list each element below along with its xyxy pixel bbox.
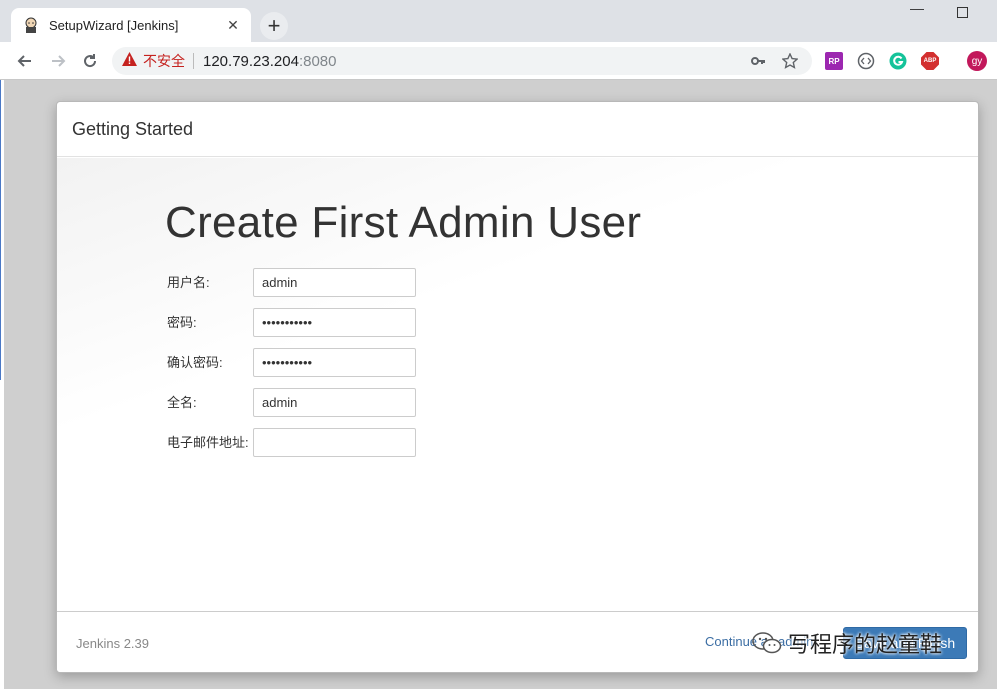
- back-icon[interactable]: [14, 50, 36, 72]
- jenkins-favicon-icon: [23, 17, 39, 33]
- tab-close-icon[interactable]: ✕: [225, 17, 241, 34]
- dialog-body: Create First Admin User 用户名: 密码: 确认密码: 全…: [57, 158, 978, 610]
- confirm-password-label: 确认密码:: [167, 355, 223, 370]
- profile-avatar[interactable]: gy: [967, 51, 987, 71]
- fullname-row: 全名:: [167, 388, 427, 418]
- username-label: 用户名:: [167, 275, 210, 290]
- key-icon[interactable]: [750, 53, 766, 74]
- password-row: 密码:: [167, 308, 427, 338]
- warning-icon: [122, 51, 137, 71]
- omnibox-divider: [193, 53, 194, 69]
- url-port: :8080: [298, 52, 337, 70]
- url-host: 120.79.23.204: [203, 52, 299, 70]
- confirm-password-row: 确认密码:: [167, 348, 427, 378]
- username-row: 用户名:: [167, 268, 427, 298]
- wechat-icon: [752, 632, 782, 654]
- new-tab-button[interactable]: +: [260, 12, 288, 40]
- rp-extension-icon[interactable]: RP: [825, 52, 843, 70]
- watermark: 写程序的赵童鞋: [752, 627, 942, 659]
- email-row: 电子邮件地址:: [167, 428, 427, 458]
- tab-title: SetupWizard [Jenkins]: [49, 17, 179, 33]
- browser-toolbar: 不安全 120.79.23.204:8080 RP ABP gy: [0, 42, 997, 80]
- page-heading: Create First Admin User: [165, 198, 642, 247]
- username-field[interactable]: [253, 268, 416, 297]
- password-field[interactable]: [253, 308, 416, 337]
- security-label[interactable]: 不安全: [143, 51, 185, 71]
- browser-tab[interactable]: SetupWizard [Jenkins] ✕: [11, 8, 251, 42]
- dialog-title: Getting Started: [72, 119, 194, 139]
- background-page-border: [0, 80, 4, 380]
- watermark-text: 写程序的赵童鞋: [788, 633, 943, 658]
- reload-icon[interactable]: [79, 50, 101, 72]
- fullname-label: 全名:: [167, 395, 197, 410]
- email-field[interactable]: [253, 428, 416, 457]
- code-extension-icon[interactable]: [857, 52, 875, 70]
- fullname-field[interactable]: [253, 388, 416, 417]
- forward-icon[interactable]: [47, 50, 69, 72]
- setup-wizard-dialog: Getting Started Create First Admin User …: [56, 101, 979, 673]
- maximize-icon[interactable]: [957, 2, 968, 21]
- adblock-plus-icon[interactable]: ABP: [921, 52, 939, 70]
- grammarly-icon[interactable]: [889, 52, 907, 70]
- email-label: 电子邮件地址:: [167, 435, 249, 450]
- jenkins-version: Jenkins 2.39: [76, 636, 149, 651]
- address-bar[interactable]: 不安全 120.79.23.204:8080: [112, 47, 812, 75]
- confirm-password-field[interactable]: [253, 348, 416, 377]
- dialog-header: Getting Started: [57, 102, 978, 157]
- bookmark-star-icon[interactable]: [781, 52, 799, 74]
- tab-strip: SetupWizard [Jenkins] ✕ + —: [0, 0, 997, 42]
- password-label: 密码:: [167, 315, 197, 330]
- minimize-icon[interactable]: —: [910, 0, 924, 16]
